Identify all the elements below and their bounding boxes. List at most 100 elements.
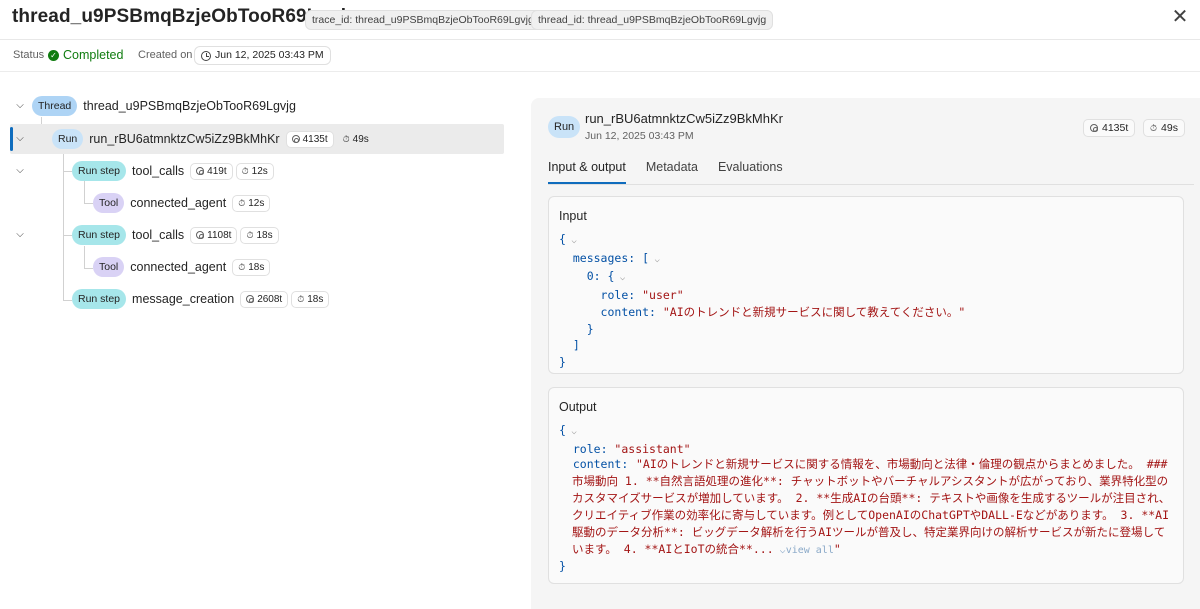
token-count-chip: 419t bbox=[190, 162, 233, 180]
token-count-chip: 4135t bbox=[285, 130, 334, 148]
collapse-icon[interactable]: ⌵ bbox=[566, 427, 576, 437]
selected-row-indicator bbox=[10, 127, 13, 151]
tree-node-run-step[interactable]: Run step tool_calls 1108t ⏱ 18s bbox=[72, 221, 282, 249]
json-string: "AIのトレンドと新規サービスに関する情報を、市場動向と法律・倫理の観点からまと… bbox=[572, 457, 1171, 556]
json-string: " bbox=[833, 542, 841, 556]
tab-divider bbox=[548, 184, 1194, 185]
duration-value: 12s bbox=[248, 197, 265, 209]
collapse-icon[interactable]: ⌵ bbox=[649, 255, 659, 265]
status-label: Status bbox=[13, 49, 45, 61]
input-card: Input { ⌵ messages: [ ⌵ 0: { ⌵ role: "us… bbox=[548, 196, 1184, 374]
collapse-icon[interactable]: ⌵ bbox=[614, 273, 625, 283]
json-string: "assistant" bbox=[614, 441, 691, 456]
detail-tabs: Input & output Metadata Evaluations bbox=[548, 158, 783, 186]
tree-node-thread[interactable]: Thread thread_u9PSBmqBzjeObTooR69Lgvjg bbox=[32, 92, 302, 120]
detail-run-date: Jun 12, 2025 03:43 PM bbox=[585, 130, 694, 142]
json-key: role bbox=[600, 288, 629, 303]
created-value: Jun 12, 2025 03:43 PM bbox=[215, 49, 324, 61]
run-step-type-badge: Run step bbox=[72, 225, 127, 245]
input-json: { ⌵ messages: [ ⌵ 0: { ⌵ role: "user" co… bbox=[559, 232, 966, 369]
tree-connector bbox=[84, 203, 93, 204]
token-icon bbox=[291, 135, 300, 143]
json-key: role bbox=[572, 441, 601, 456]
tree-connector bbox=[84, 246, 85, 268]
token-icon bbox=[196, 167, 205, 175]
tool-type-badge: Tool bbox=[93, 193, 125, 213]
output-card: Output { ⌵ role: "assistant" content: "A… bbox=[548, 387, 1184, 584]
run-step-type-badge: Run step bbox=[72, 161, 127, 181]
view-all-link[interactable]: ⌵view all bbox=[774, 545, 834, 556]
timer-icon: ⏱ bbox=[1150, 123, 1158, 133]
run-step-name: message_creation bbox=[132, 292, 235, 306]
timer-icon: ⏱ bbox=[342, 133, 350, 144]
tab-evaluations[interactable]: Evaluations bbox=[718, 158, 783, 184]
json-string: "AIのトレンドと新規サービスに関して教えてください。" bbox=[662, 304, 966, 319]
token-icon bbox=[196, 231, 205, 239]
chevron-down-icon[interactable]: ⌵ bbox=[14, 133, 26, 145]
json-key: 0 bbox=[586, 269, 594, 284]
timer-icon: ⏱ bbox=[238, 197, 246, 208]
tool-name: connected_agent bbox=[130, 260, 227, 274]
duration-value: 18s bbox=[256, 229, 273, 241]
token-count-chip: 2608t bbox=[240, 290, 289, 308]
duration-chip: ⏱ 18s bbox=[291, 290, 330, 308]
close-icon[interactable]: ✕ bbox=[1168, 6, 1192, 30]
tab-input-output[interactable]: Input & output bbox=[548, 158, 626, 184]
run-type-badge: Run bbox=[52, 129, 84, 149]
duration-value: 49s bbox=[352, 133, 369, 145]
tree-connector bbox=[63, 171, 72, 172]
output-content: "AIのトレンドと新規サービスに関する情報を、市場動向と法律・倫理の観点からまと… bbox=[572, 456, 1172, 559]
tree-node-tool[interactable]: Tool connected_agent ⏱ 18s bbox=[93, 253, 273, 281]
token-count: 4135t bbox=[1102, 122, 1129, 134]
input-title: Input bbox=[559, 209, 587, 223]
chevron-down-icon[interactable]: ⌵ bbox=[14, 229, 26, 241]
thread-id-chip[interactable]: thread_id: thread_u9PSBmqBzjeObTooR69Lgv… bbox=[531, 10, 774, 30]
chevron-down-icon[interactable]: ⌵ bbox=[14, 165, 26, 177]
clock-icon bbox=[201, 50, 211, 61]
created-date-chip: Jun 12, 2025 03:43 PM bbox=[194, 46, 331, 65]
run-step-name: tool_calls bbox=[132, 164, 185, 178]
tree-node-run-step[interactable]: Run step tool_calls 419t ⏱ 12s bbox=[72, 157, 277, 185]
output-json-tail: } bbox=[559, 559, 566, 573]
check-circle-icon: ✓ bbox=[48, 49, 59, 61]
tree-node-tool[interactable]: Tool connected_agent ⏱ 12s bbox=[93, 189, 273, 217]
json-key: content bbox=[600, 304, 650, 319]
timer-icon: ⏱ bbox=[297, 293, 305, 304]
token-count-chip: 1108t bbox=[190, 226, 238, 244]
status-bar: Status ✓ Completed Created on Jun 12, 20… bbox=[0, 40, 1200, 72]
panel-header: thread_u9PSBmqBzjeObTooR69Lgvjg trace_id… bbox=[0, 0, 1200, 40]
collapse-icon[interactable]: ⌵ bbox=[566, 236, 576, 246]
tool-type-badge: Tool bbox=[93, 257, 125, 277]
json-key: messages bbox=[572, 250, 629, 265]
timer-icon: ⏱ bbox=[246, 229, 254, 240]
duration-value: 18s bbox=[248, 261, 265, 273]
tree-connector bbox=[84, 268, 93, 269]
detail-run-badge: Run bbox=[548, 116, 581, 138]
tab-metadata[interactable]: Metadata bbox=[646, 158, 698, 184]
duration-chip: ⏱ 18s bbox=[240, 226, 279, 244]
token-count: 1108t bbox=[207, 229, 232, 241]
trace-id-chip[interactable]: trace_id: thread_u9PSBmqBzjeObTooR69Lgvj… bbox=[305, 10, 541, 30]
tree-connector bbox=[63, 235, 72, 236]
detail-run-name: run_rBU6atmnktzCw5iZz9BkMhKr bbox=[585, 111, 783, 126]
token-icon bbox=[246, 295, 255, 303]
token-icon bbox=[1090, 124, 1098, 132]
token-count: 2608t bbox=[257, 293, 283, 305]
json-string: "user" bbox=[642, 288, 684, 303]
chevron-down-icon[interactable]: ⌵ bbox=[14, 100, 26, 112]
duration-chip: ⏱ 49s bbox=[337, 131, 375, 148]
output-json-head: { ⌵ role: "assistant" bbox=[559, 423, 691, 456]
timer-icon: ⏱ bbox=[238, 261, 246, 272]
status-badge: ✓ Completed bbox=[48, 48, 123, 62]
tree-node-run-step[interactable]: Run step message_creation 2608t ⏱ 18s bbox=[72, 285, 332, 313]
duration-chip: ⏱ 12s bbox=[235, 162, 274, 180]
tree-node-run[interactable]: Run run_rBU6atmnktzCw5iZz9BkMhKr 4135t ⏱… bbox=[52, 125, 378, 153]
tree-connector bbox=[63, 300, 72, 301]
detail-duration-chip: ⏱ 49s bbox=[1143, 119, 1185, 137]
thread-type-badge: Thread bbox=[32, 96, 78, 116]
duration-value: 18s bbox=[307, 293, 324, 305]
status-value: Completed bbox=[63, 48, 124, 62]
token-count: 419t bbox=[207, 165, 227, 177]
duration-value: 12s bbox=[251, 165, 268, 177]
run-step-name: tool_calls bbox=[132, 228, 185, 242]
